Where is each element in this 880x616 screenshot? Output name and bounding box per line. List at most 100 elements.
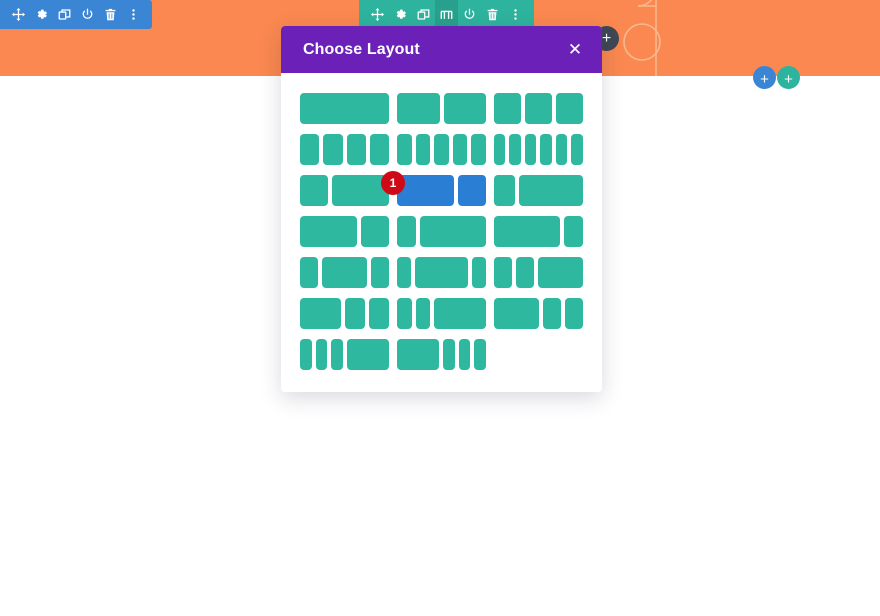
layout-column (524, 134, 537, 165)
layout-column (509, 134, 521, 165)
layout-column (434, 134, 449, 165)
layout-column (346, 339, 389, 370)
layout-column (494, 93, 521, 124)
layout-column (543, 298, 562, 329)
layout-column (443, 339, 455, 370)
layout-column (457, 175, 486, 206)
layout-column (397, 134, 412, 165)
layout-column (415, 298, 431, 329)
layout-column (472, 257, 486, 288)
layout-column (419, 216, 486, 247)
power-icon[interactable] (458, 0, 481, 29)
layout-column (555, 93, 583, 124)
layout-column (564, 216, 583, 247)
layout-column (458, 339, 471, 370)
layout-column (300, 298, 341, 329)
layout-column (360, 216, 389, 247)
choose-layout-modal: Choose Layout ✕ 1 (281, 26, 602, 392)
layout-column (371, 257, 389, 288)
add-row-button-blue[interactable]: + (753, 66, 776, 89)
layout-third-twothirds[interactable] (300, 175, 389, 206)
layout-column (300, 216, 357, 247)
layout-column (494, 175, 516, 206)
layout-quarter-quarter-half[interactable] (494, 257, 583, 288)
gear-icon[interactable] (30, 0, 53, 29)
layout-half-quarter-quarter[interactable] (300, 298, 389, 329)
layout-threequarters-quarter[interactable] (494, 216, 583, 247)
section-toolbar[interactable] (0, 0, 152, 29)
layout-column (565, 298, 583, 329)
layout-column (494, 216, 561, 247)
layout-column (346, 134, 366, 165)
duplicate-icon[interactable] (53, 0, 76, 29)
layout-column (474, 339, 486, 370)
screen-root: + + + Choose Layout ✕ 1 (0, 0, 880, 616)
layout-1-col[interactable] (300, 93, 389, 124)
move-icon[interactable] (7, 0, 30, 29)
layout-column (300, 93, 389, 124)
layout-column (397, 175, 454, 206)
layout-fifth-fifth-fifth-rest[interactable] (300, 339, 389, 370)
close-icon[interactable]: ✕ (566, 41, 584, 59)
layout-column (300, 257, 318, 288)
layout-column (344, 298, 365, 329)
layout-column (494, 257, 512, 288)
row-toolbar[interactable] (359, 0, 534, 29)
layout-column (555, 134, 568, 165)
layout-column (397, 298, 412, 329)
layout-column (537, 257, 583, 288)
layout-column (494, 134, 506, 165)
layout-column (443, 93, 486, 124)
layout-column (331, 339, 343, 370)
layout-quarter-rest[interactable] (397, 216, 486, 247)
layout-6-col[interactable] (494, 134, 583, 165)
layout-2-col[interactable] (397, 93, 486, 124)
layout-twothirds-third-b[interactable] (300, 216, 389, 247)
plus-icon: + (601, 29, 612, 47)
move-icon[interactable] (366, 0, 389, 29)
layout-half-quarter-quarter-b[interactable] (494, 298, 583, 329)
plus-icon: + (760, 70, 769, 88)
layout-column (571, 134, 583, 165)
layout-quarter-threequarters[interactable] (494, 175, 583, 206)
layout-twothirds-third[interactable]: 1 (381, 171, 486, 206)
layout-column (369, 134, 389, 165)
layout-column (397, 216, 416, 247)
layout-column (397, 257, 411, 288)
layout-column (397, 93, 440, 124)
layout-column (397, 339, 440, 370)
layout-column (519, 175, 583, 206)
layout-column (300, 339, 312, 370)
add-row-button-teal[interactable]: + (777, 66, 800, 89)
layout-options-grid: 1 (300, 93, 583, 370)
layout-quarter-half-quarter[interactable] (300, 257, 389, 288)
layout-column (415, 134, 431, 165)
layout-column (452, 134, 468, 165)
power-icon[interactable] (76, 0, 99, 29)
layout-column (414, 257, 469, 288)
layout-5-col[interactable] (397, 134, 486, 165)
layout-column (434, 298, 486, 329)
trash-icon[interactable] (481, 0, 504, 29)
layout-fifth-rest-fifth[interactable] (397, 257, 486, 288)
duplicate-icon[interactable] (412, 0, 435, 29)
layout-column (300, 175, 329, 206)
change-column-structure-icon[interactable] (435, 0, 458, 29)
layout-quarter-quarter-half-b[interactable] (397, 298, 486, 329)
layout-4-col[interactable] (300, 134, 389, 165)
trash-icon[interactable] (99, 0, 122, 29)
more-options-icon[interactable] (504, 0, 527, 29)
layout-column (524, 93, 552, 124)
plus-icon: + (784, 70, 793, 88)
layout-column (494, 298, 540, 329)
layout-column (323, 134, 343, 165)
gear-icon[interactable] (389, 0, 412, 29)
layout-column (540, 134, 552, 165)
layout-3-col[interactable] (494, 93, 583, 124)
more-options-icon[interactable] (122, 0, 145, 29)
layout-column (471, 134, 486, 165)
layout-column (321, 257, 368, 288)
layout-rest-fifth-fifth-fifth[interactable] (397, 339, 486, 370)
decorative-outline-shape (623, 0, 661, 76)
layout-column (368, 298, 389, 329)
